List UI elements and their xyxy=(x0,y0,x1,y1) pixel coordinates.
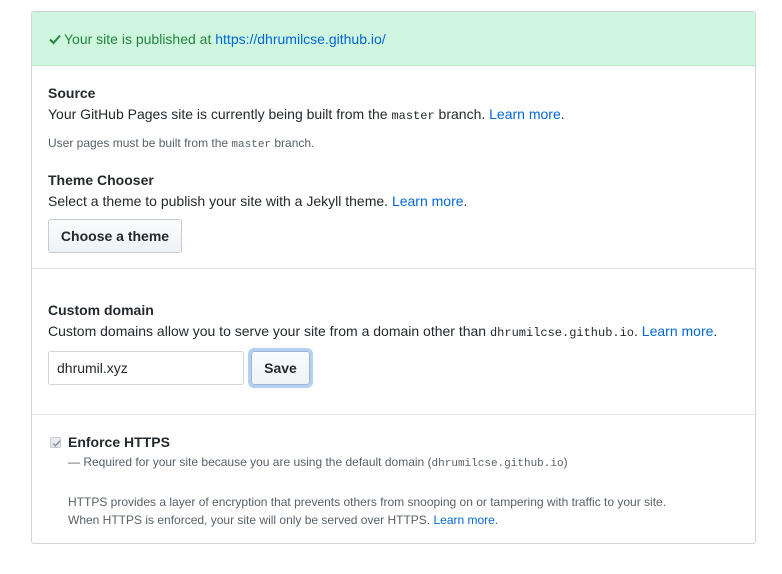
enforce-https-label: Enforce HTTPS xyxy=(68,434,170,450)
domain-learn-more-link[interactable]: Learn more xyxy=(642,323,714,339)
https-required-note: — Required for your site because you are… xyxy=(68,455,568,470)
custom-domain-input[interactable] xyxy=(48,351,244,385)
checkmark-icon xyxy=(52,440,61,447)
https-info-line-1: HTTPS provides a layer of encryption tha… xyxy=(68,495,667,509)
choose-theme-button[interactable]: Choose a theme xyxy=(48,219,182,253)
branch-name: master xyxy=(391,109,435,123)
theme-description: Select a theme to publish your site with… xyxy=(48,193,468,209)
theme-chooser-heading: Theme Chooser xyxy=(48,172,154,188)
section-divider xyxy=(32,268,755,269)
github-pages-settings-panel: Your site is published at https://dhrumi… xyxy=(31,11,756,544)
save-button[interactable]: Save xyxy=(251,351,310,385)
published-flash-banner: Your site is published at https://dhrumi… xyxy=(32,12,755,66)
flash-text: Your site is published at xyxy=(64,31,216,47)
custom-domain-description: Custom domains allow you to serve your s… xyxy=(48,323,718,340)
custom-domain-heading: Custom domain xyxy=(48,302,154,318)
enforce-https-checkbox[interactable] xyxy=(50,437,61,448)
source-learn-more-link[interactable]: Learn more xyxy=(489,106,561,122)
flash-message: Your site is published at https://dhrumi… xyxy=(48,30,386,48)
https-learn-more-link[interactable]: Learn more xyxy=(433,513,494,527)
published-site-link[interactable]: https://dhrumilcse.github.io/ xyxy=(215,31,385,47)
section-divider xyxy=(32,414,755,415)
default-domain: dhrumilcse.github.io xyxy=(489,326,635,340)
https-info-line-2: When HTTPS is enforced, your site will o… xyxy=(68,513,499,527)
source-note: User pages must be built from the master… xyxy=(48,136,315,151)
theme-learn-more-link[interactable]: Learn more xyxy=(392,193,464,209)
source-heading: Source xyxy=(48,85,96,101)
source-description: Your GitHub Pages site is currently bein… xyxy=(48,106,565,123)
check-icon xyxy=(48,32,62,46)
